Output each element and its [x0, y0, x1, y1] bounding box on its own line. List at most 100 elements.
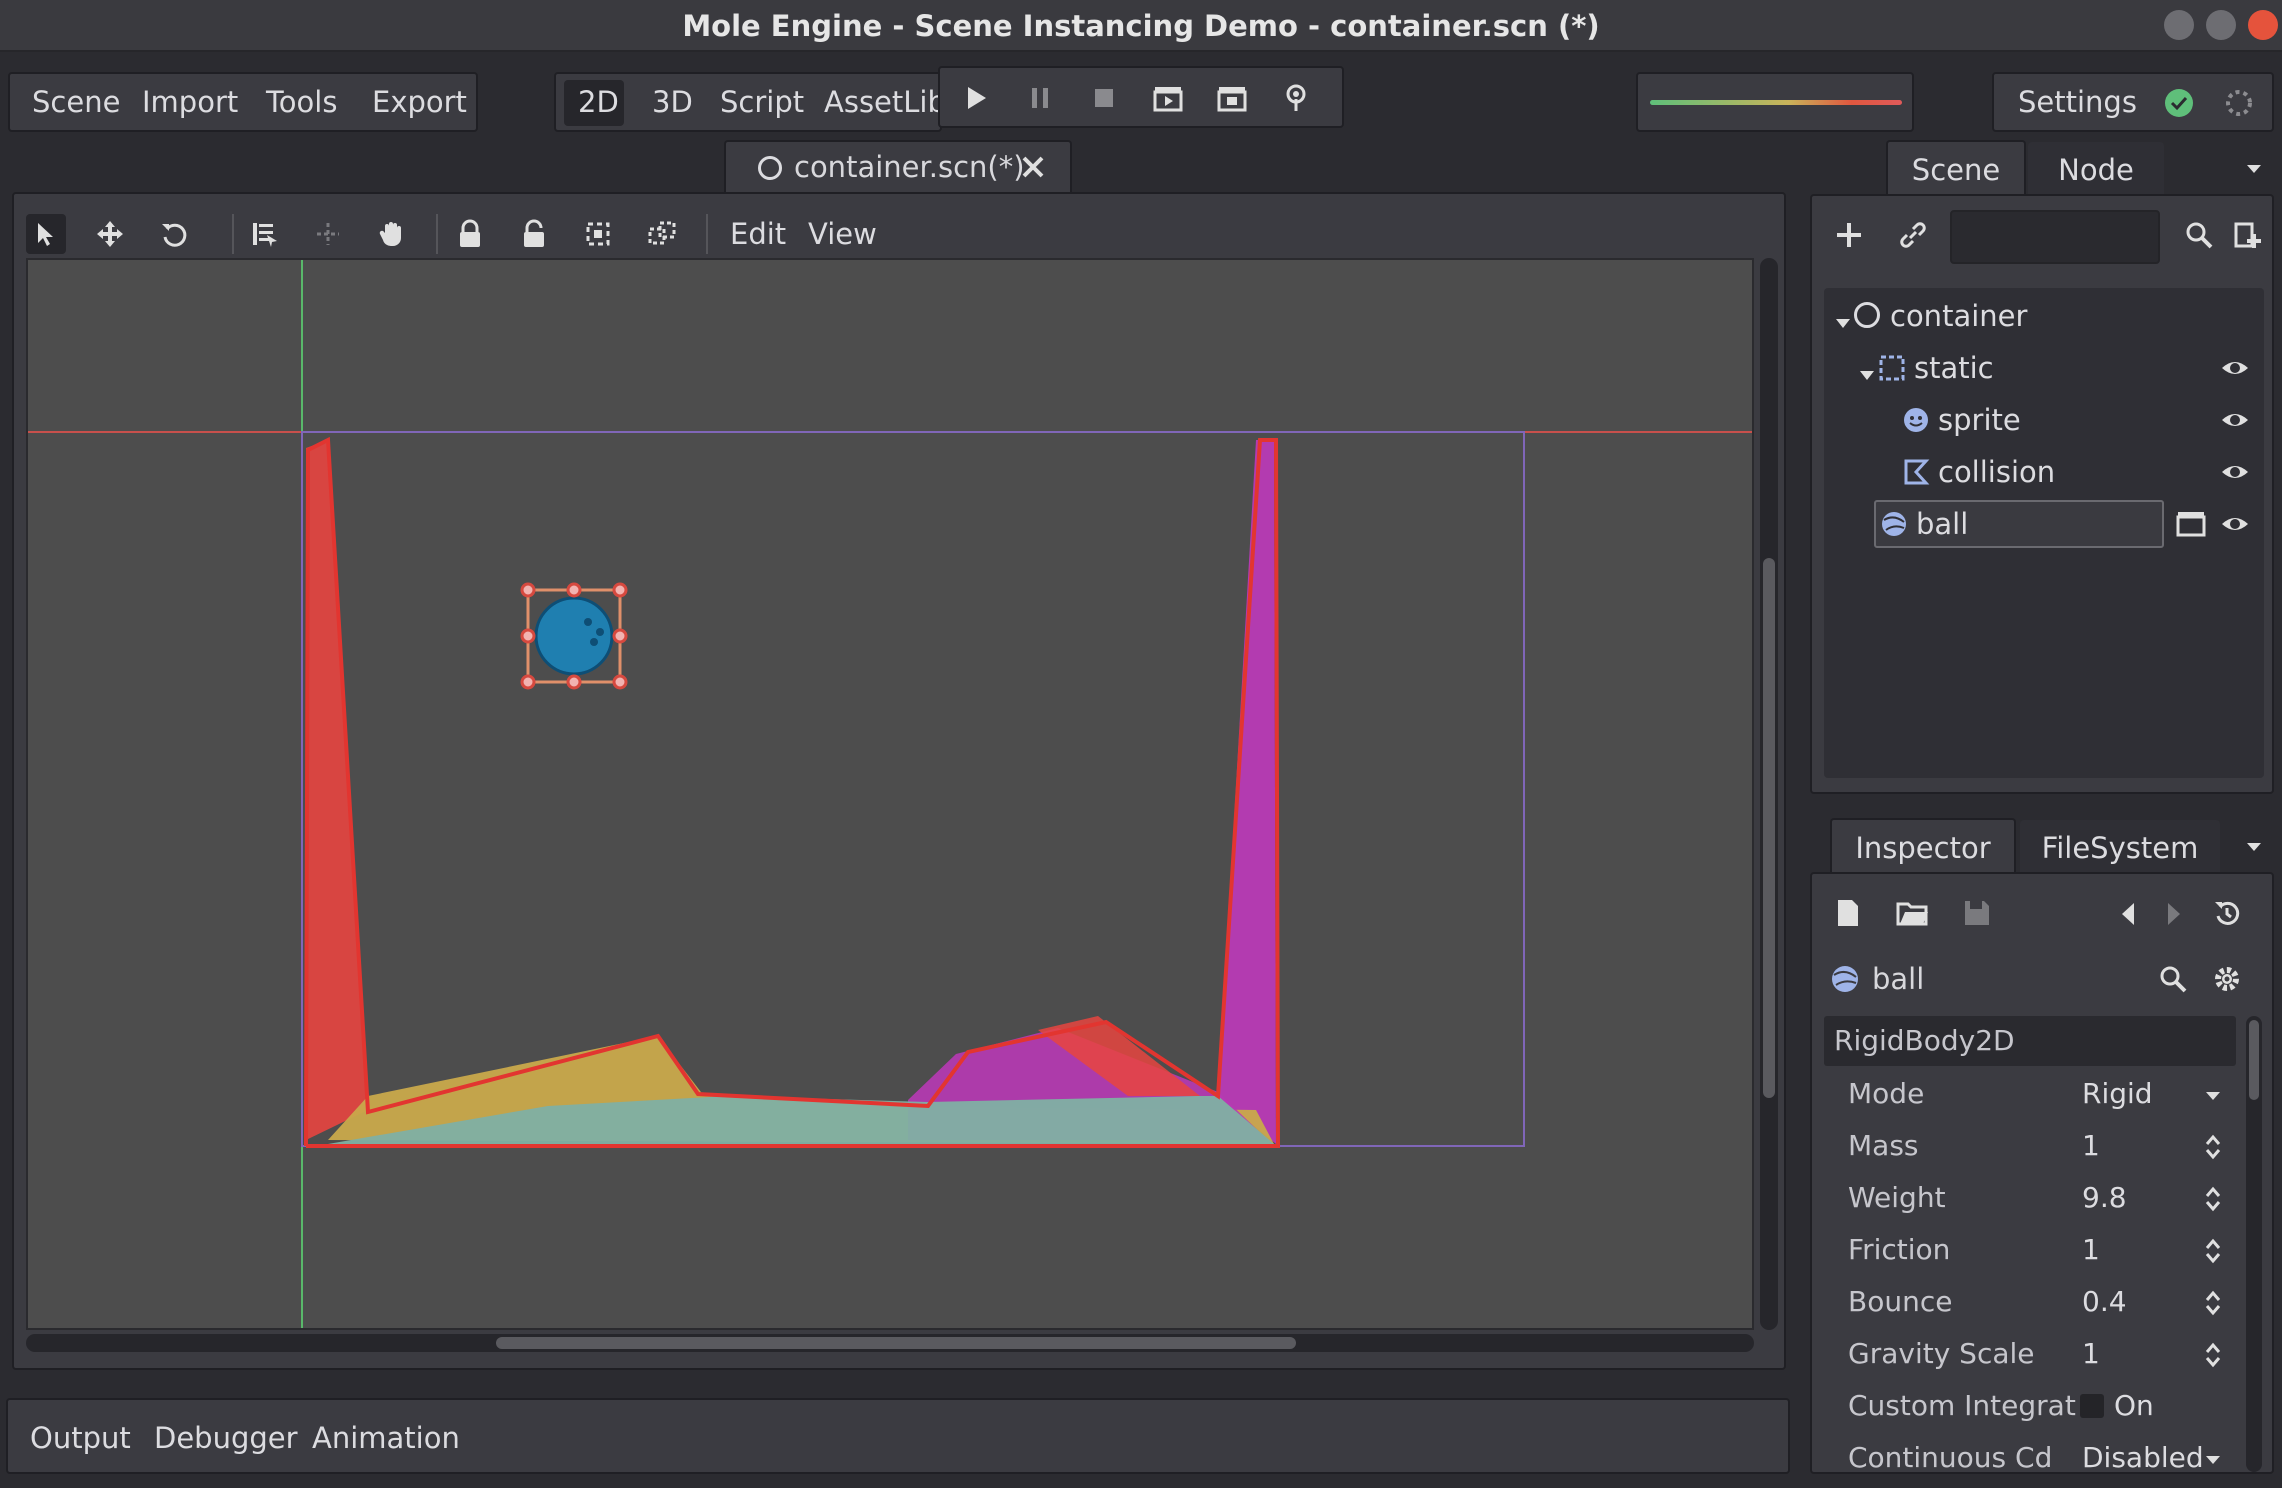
- spin-arrows-icon[interactable]: [2204, 1340, 2222, 1370]
- menu-tools[interactable]: Tools: [266, 74, 337, 130]
- attach-script-icon[interactable]: [2232, 220, 2262, 250]
- close-window-button[interactable]: [2248, 10, 2278, 40]
- property-row-mass[interactable]: Mass 1: [1824, 1120, 2236, 1172]
- tab-inspector[interactable]: Inspector: [1830, 818, 2016, 874]
- tab-output[interactable]: Output: [30, 1410, 131, 1466]
- dropdown-arrow-icon[interactable]: [2204, 1444, 2222, 1472]
- settings-button[interactable]: Settings: [2018, 74, 2137, 130]
- mode-script-button[interactable]: Script: [720, 74, 804, 130]
- visibility-eye-icon[interactable]: [2220, 457, 2250, 487]
- visibility-eye-icon[interactable]: [2220, 509, 2250, 539]
- close-tab-icon[interactable]: [1018, 152, 1048, 182]
- collapse-arrow-icon[interactable]: [1834, 306, 1852, 328]
- property-row-custom-integrator[interactable]: Custom Integrat On: [1824, 1380, 2236, 1432]
- view-menu[interactable]: View: [808, 206, 877, 262]
- property-row-friction[interactable]: Friction 1: [1824, 1224, 2236, 1276]
- pause-icon[interactable]: [1020, 78, 1060, 118]
- dock-menu-icon[interactable]: [2244, 830, 2264, 851]
- lock-icon[interactable]: [450, 214, 490, 254]
- play-icon[interactable]: [956, 78, 996, 118]
- tree-item-ball[interactable]: ball: [1824, 498, 2264, 550]
- ungroup-icon[interactable]: [642, 214, 682, 254]
- property-search-icon[interactable]: [2158, 964, 2188, 994]
- property-value[interactable]: 1: [2082, 1120, 2100, 1172]
- group-icon[interactable]: [578, 214, 618, 254]
- add-node-icon[interactable]: [1834, 220, 1864, 250]
- mode-3d-button[interactable]: 3D: [652, 74, 693, 130]
- history-back-icon[interactable]: [2118, 900, 2138, 928]
- remote-debug-icon[interactable]: [1276, 78, 1316, 118]
- property-row-bounce[interactable]: Bounce 0.4: [1824, 1276, 2236, 1328]
- move-tool-icon[interactable]: [90, 214, 130, 254]
- select-tool-icon[interactable]: [26, 214, 66, 254]
- inspector-scroll-thumb[interactable]: [2249, 1020, 2259, 1100]
- gear-icon[interactable]: [2212, 964, 2242, 994]
- menu-export[interactable]: Export: [372, 74, 467, 130]
- property-value[interactable]: 1: [2082, 1224, 2100, 1276]
- property-name: Continuous Cd: [1848, 1441, 2053, 1474]
- open-folder-icon[interactable]: [1896, 898, 1930, 928]
- property-value[interactable]: 0.4: [2082, 1276, 2127, 1328]
- property-value[interactable]: 1: [2082, 1328, 2100, 1380]
- stop-icon[interactable]: [1084, 78, 1124, 118]
- tab-animation[interactable]: Animation: [312, 1410, 460, 1466]
- mode-2d-button[interactable]: 2D: [578, 74, 619, 130]
- dock-menu-icon[interactable]: [2244, 152, 2264, 173]
- spin-arrows-icon[interactable]: [2204, 1132, 2222, 1162]
- dropdown-arrow-icon[interactable]: [2204, 1080, 2222, 1110]
- tab-node[interactable]: Node: [2028, 142, 2164, 198]
- collapse-arrow-icon[interactable]: [1858, 358, 1876, 380]
- vertical-scrollbar[interactable]: [1760, 258, 1778, 1330]
- custom-integrator-checkbox[interactable]: [2080, 1394, 2104, 1418]
- editor-tab[interactable]: container.scn(*): [724, 140, 1072, 192]
- property-row-gravity-scale[interactable]: Gravity Scale 1: [1824, 1328, 2236, 1380]
- visibility-eye-icon[interactable]: [2220, 353, 2250, 383]
- pan-tool-icon[interactable]: [372, 214, 412, 254]
- section-header[interactable]: RigidBody2D: [1824, 1016, 2236, 1066]
- tree-item-sprite[interactable]: sprite: [1824, 394, 2264, 446]
- property-row-mode[interactable]: Mode Rigid: [1824, 1068, 2236, 1120]
- history-forward-icon[interactable]: [2164, 900, 2184, 928]
- property-row-continuous-cd[interactable]: Continuous Cd Disabled: [1824, 1432, 2236, 1474]
- minimize-button[interactable]: [2164, 10, 2194, 40]
- open-instance-icon[interactable]: [2176, 509, 2206, 539]
- horizontal-scroll-thumb[interactable]: [496, 1337, 1296, 1349]
- tree-item-static[interactable]: static: [1824, 342, 2264, 394]
- visibility-eye-icon[interactable]: [2220, 405, 2250, 435]
- save-icon[interactable]: [1962, 898, 1992, 928]
- tree-item-collision[interactable]: collision: [1824, 446, 2264, 498]
- pivot-tool-icon[interactable]: [308, 214, 348, 254]
- tab-filesystem[interactable]: FileSystem: [2020, 820, 2220, 876]
- menu-import[interactable]: Import: [142, 74, 238, 130]
- new-resource-icon[interactable]: [1834, 898, 1862, 928]
- vertical-scroll-thumb[interactable]: [1763, 558, 1775, 1098]
- property-row-weight[interactable]: Weight 9.8: [1824, 1172, 2236, 1224]
- main-menu: Scene Import Tools Export: [8, 72, 478, 132]
- property-value[interactable]: Rigid: [2082, 1068, 2153, 1120]
- horizontal-scrollbar[interactable]: [26, 1334, 1754, 1352]
- spin-arrows-icon[interactable]: [2204, 1184, 2222, 1214]
- mode-assetlib-button[interactable]: AssetLib: [824, 74, 946, 130]
- menu-scene[interactable]: Scene: [32, 74, 120, 130]
- history-icon[interactable]: [2212, 898, 2242, 928]
- play-custom-scene-icon[interactable]: [1212, 78, 1252, 118]
- list-select-icon[interactable]: [244, 214, 284, 254]
- property-value[interactable]: Disabled: [2082, 1432, 2204, 1472]
- rotate-tool-icon[interactable]: [154, 214, 194, 254]
- property-value[interactable]: 9.8: [2082, 1172, 2127, 1224]
- unlock-icon[interactable]: [514, 214, 554, 254]
- tab-debugger[interactable]: Debugger: [154, 1410, 298, 1466]
- maximize-button[interactable]: [2206, 10, 2236, 40]
- handle-top-left: [520, 582, 536, 598]
- edit-menu[interactable]: Edit: [730, 206, 786, 262]
- search-icon[interactable]: [2184, 220, 2214, 250]
- viewport-2d[interactable]: [26, 258, 1754, 1330]
- play-scene-icon[interactable]: [1148, 78, 1188, 118]
- tree-item-container[interactable]: container: [1824, 290, 2264, 342]
- scene-filter-input[interactable]: [1950, 210, 2160, 264]
- inspector-scrollbar[interactable]: [2246, 1016, 2262, 1472]
- spin-arrows-icon[interactable]: [2204, 1236, 2222, 1266]
- tab-scene[interactable]: Scene: [1886, 140, 2026, 196]
- spin-arrows-icon[interactable]: [2204, 1288, 2222, 1318]
- instance-link-icon[interactable]: [1898, 220, 1928, 250]
